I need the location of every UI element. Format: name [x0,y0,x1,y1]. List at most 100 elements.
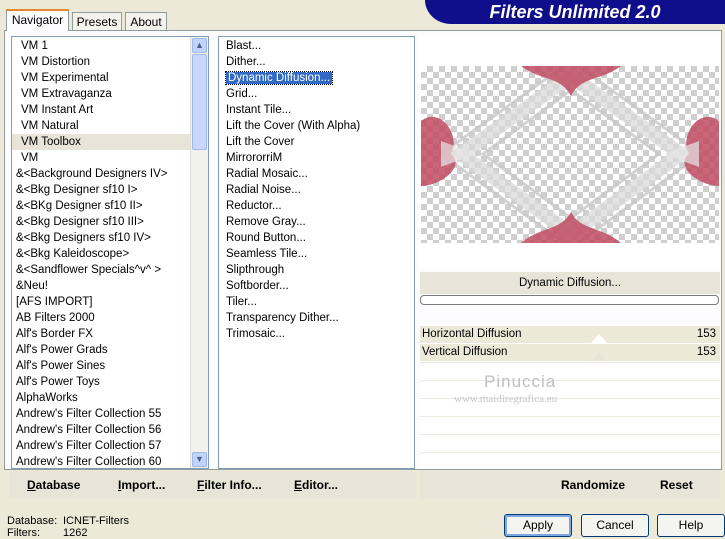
filter-item[interactable]: MirrororriM [219,150,414,166]
scroll-up-icon[interactable]: ▲ [192,38,207,53]
filter-item-label: Dynamic Diffusion... [224,71,334,85]
filter-item[interactable]: Seamless Tile... [219,246,414,262]
category-item[interactable]: &<Bkg Designers sf10 IV> [12,230,192,246]
filter-item-label: Dither... [226,56,266,68]
category-list[interactable]: VM 1 VM Distortion VM Experimental VM Extra… [11,36,209,469]
param-empty-row [420,452,720,469]
category-item[interactable]: Alf's Border FX [12,326,192,342]
filter-item[interactable]: Lift the Cover [219,134,414,150]
cancel-button[interactable]: Cancel [581,514,649,537]
category-item[interactable]: &<BKg Designer sf10 II> [12,198,192,214]
category-item[interactable]: Alf's Power Toys [12,374,192,390]
filter-info-button[interactable]: Filter Info... [197,476,262,494]
category-item[interactable]: Alf's Power Sines [12,358,192,374]
param-empty-row [420,434,720,451]
filters-value: 1262 [63,527,88,539]
preview-art [421,66,719,243]
filter-item[interactable]: Tiler... [219,294,414,310]
filter-item-label: Round Button... [226,232,306,244]
filter-item[interactable]: Blast... [219,38,414,54]
filter-item-label: Radial Noise... [226,184,301,196]
tab-navigator[interactable]: Navigator [6,9,69,31]
filter-item[interactable]: Slipthrough [219,262,414,278]
filter-item[interactable]: Dynamic Diffusion... [219,70,414,86]
filter-item-label: Blast... [226,40,262,52]
param-empty-row [420,362,720,379]
database-label: Database: [7,515,58,527]
category-item[interactable]: [AFS IMPORT] [12,294,192,310]
param-value: 153 [696,328,716,340]
category-item[interactable]: &<Bkg Designer sf10 I> [12,182,192,198]
slider-thumb-icon[interactable] [591,334,607,343]
filter-item-label: Radial Mosaic... [226,168,308,180]
filter-list[interactable]: Blast... Dither... Dynamic Diffusion... Gri… [218,36,415,469]
category-item[interactable]: VM Distortion [12,54,192,70]
filter-item-label: Slipthrough [226,264,285,276]
category-item[interactable]: VM [12,150,192,166]
filter-item-label: Tiler... [226,296,257,308]
category-item[interactable]: VM Extravaganza [12,86,192,102]
filter-item[interactable]: Lift the Cover (With Alpha) [219,118,414,134]
filter-item[interactable]: Round Button... [219,230,414,246]
import-button[interactable]: Import... [118,476,165,494]
apply-button[interactable]: Apply [504,514,572,537]
status-filters: Filters: 1262 [7,527,87,539]
filter-item[interactable]: Grid... [219,86,414,102]
category-item[interactable]: VM Instant Art [12,102,192,118]
category-item[interactable]: &<Bkg Designer sf10 III> [12,214,192,230]
category-item[interactable]: Andrew's Filter Collection 60 [12,454,192,468]
filter-item-label: Lift the Cover [226,136,295,148]
category-item[interactable]: &<Background Designers IV> [12,166,192,182]
filter-item[interactable]: Transparency Dither... [219,310,414,326]
filter-item-label: Transparency Dither... [226,312,339,324]
database-button[interactable]: Database [27,476,80,494]
category-item[interactable]: &<Sandflower Specials^v^ > [12,262,192,278]
filter-item-label: Instant Tile... [226,104,292,116]
filter-item-label: Trimosaic... [226,328,285,340]
category-item[interactable]: &Neu! [12,278,192,294]
category-item[interactable]: VM 1 [12,38,192,54]
slider-thumb-icon[interactable] [591,352,607,361]
filter-item-label: Reductor... [226,200,282,212]
app-title: Filters Unlimited 2.0 [489,2,661,22]
filter-item[interactable]: Radial Mosaic... [219,166,414,182]
category-item[interactable]: Andrew's Filter Collection 55 [12,406,192,422]
category-item[interactable]: Andrew's Filter Collection 56 [12,422,192,438]
editor-button[interactable]: Editor... [294,476,338,494]
filter-item-label: Seamless Tile... [226,248,308,260]
randomize-button[interactable]: Randomize [561,476,625,494]
param-horizontal-diffusion[interactable]: Horizontal Diffusion 153 [420,326,720,343]
scroll-down-icon[interactable]: ▼ [192,452,207,467]
filter-item[interactable]: Remove Gray... [219,214,414,230]
category-item[interactable]: VM Natural [12,118,192,134]
preview-image [421,66,719,243]
filter-item[interactable]: Softborder... [219,278,414,294]
tab-about[interactable]: About [125,12,167,30]
category-item[interactable]: Andrew's Filter Collection 57 [12,438,192,454]
watermark-name: Pinuccia [484,372,557,391]
tab-presets[interactable]: Presets [72,12,122,30]
category-item[interactable]: Alf's Power Grads [12,342,192,358]
watermark-url: www.maidiregrafica.eu [454,393,558,405]
category-item[interactable]: VM Experimental [12,70,192,86]
reset-button[interactable]: Reset [660,476,693,494]
filter-item[interactable]: Dither... [219,54,414,70]
category-scrollbar[interactable]: ▲ ▼ [190,37,208,468]
help-button[interactable]: Help [657,514,725,537]
param-value: 153 [696,346,716,358]
filter-item-label: Softborder... [226,280,289,292]
database-value: ICNET-Filters [63,515,129,527]
category-item[interactable]: AB Filters 2000 [12,310,192,326]
scroll-thumb[interactable] [192,54,207,150]
filter-item[interactable]: Instant Tile... [219,102,414,118]
filter-item[interactable]: Reductor... [219,198,414,214]
param-label: Vertical Diffusion [422,346,508,358]
filter-item[interactable]: Radial Noise... [219,182,414,198]
param-vertical-diffusion[interactable]: Vertical Diffusion 153 [420,344,720,361]
filter-item[interactable]: Trimosaic... [219,326,414,342]
preview-filter-name: Dynamic Diffusion... [420,272,720,294]
category-item[interactable]: AlphaWorks [12,390,192,406]
category-item[interactable]: VM Toolbox [12,134,192,150]
progress-bar [420,295,719,305]
category-item[interactable]: &<Bkg Kaleidoscope> [12,246,192,262]
